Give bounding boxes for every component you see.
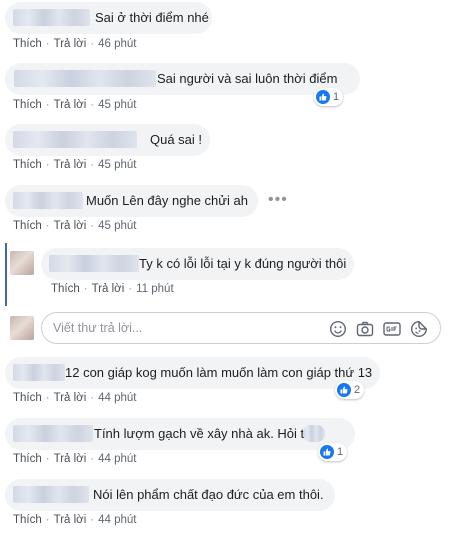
reply-link[interactable]: Trả lời <box>92 283 125 295</box>
comment-text: Muốn Lên đây nghe chửi ah <box>86 193 248 208</box>
reply-bubble: Ty k có lỗi lỗi tại y k đúng người thôi <box>41 248 354 280</box>
comment-bubble: Quá sai ! <box>5 124 210 156</box>
blurred-author-name <box>49 255 139 272</box>
like-link[interactable]: Thích <box>13 99 42 111</box>
blurred-author-name <box>13 9 90 26</box>
comment-actions: Thích · Trả lời · 45 phút <box>13 219 137 233</box>
reaction-number: 2 <box>354 384 361 396</box>
separator: · <box>45 392 50 404</box>
blurred-author-name <box>14 70 156 87</box>
separator: · <box>45 159 50 171</box>
reply-link[interactable]: Trả lời <box>54 514 87 526</box>
more-options-icon[interactable]: ••• <box>268 191 288 209</box>
comment-text: Tính lượm gạch về xây nhà ak. Hỏi thế <box>94 426 319 441</box>
separator: · <box>45 38 50 50</box>
timestamp[interactable]: 44 phút <box>98 453 136 465</box>
reply-link[interactable]: Trả lời <box>54 38 87 50</box>
reply-actions: Thích · Trả lời · 11 phút <box>51 282 174 296</box>
sticker-icon[interactable] <box>410 320 428 338</box>
emoji-icon[interactable] <box>329 320 347 338</box>
reply-link[interactable]: Trả lời <box>54 159 87 171</box>
like-link[interactable]: Thích <box>13 392 42 404</box>
separator: · <box>83 283 88 295</box>
blurred-word <box>303 425 325 442</box>
blurred-author-name <box>13 364 65 381</box>
comment-bubble: Nói lên phẩm chất đạo đức của em thôi. <box>5 479 335 511</box>
separator: · <box>90 159 95 171</box>
separator: · <box>45 220 50 232</box>
comment-actions: Thích · Trả lời · 46 phút <box>13 37 137 51</box>
comment-actions: Thích · Trả lời · 44 phút <box>13 513 137 527</box>
comment-bubble: Muốn Lên đây nghe chửi ah <box>5 185 258 217</box>
reply-input-placeholder: Viết thư trả lời... <box>53 321 143 335</box>
separator: · <box>90 99 95 111</box>
comment-text: Sai ở thời điểm nhé <box>95 10 209 25</box>
current-user-avatar <box>10 316 34 340</box>
reaction-count[interactable]: 1 <box>314 88 344 106</box>
blurred-author-name <box>13 425 93 442</box>
reply-link[interactable]: Trả lời <box>54 99 87 111</box>
reaction-number: 1 <box>337 446 344 458</box>
reaction-number: 1 <box>333 91 340 103</box>
comment-text: Sai người và sai luôn thời điểm <box>157 71 338 86</box>
comment-text: Quá sai ! <box>150 132 203 147</box>
timestamp[interactable]: 46 phút <box>98 38 136 50</box>
reaction-count[interactable]: 2 <box>335 381 365 399</box>
comment-actions: Thích · Trả lời · 44 phút <box>13 452 137 466</box>
like-link[interactable]: Thích <box>13 159 42 171</box>
reply-thread-indicator <box>5 243 7 306</box>
comment-actions: Thích · Trả lời · 44 phút <box>13 391 137 405</box>
timestamp[interactable]: 44 phút <box>98 392 136 404</box>
timestamp[interactable]: 11 phút <box>136 283 174 295</box>
like-reaction-icon <box>316 90 330 104</box>
separator: · <box>90 514 95 526</box>
blurred-author-name <box>13 486 89 503</box>
like-link[interactable]: Thích <box>13 453 42 465</box>
comment-bubble: Tính lượm gạch về xây nhà ak. Hỏi thế <box>5 418 355 450</box>
comment-bubble: Sai người và sai luôn thời điểm <box>5 63 360 95</box>
comment-actions: Thích · Trả lời · 45 phút <box>13 158 137 172</box>
comment-actions: Thích · Trả lời · 45 phút <box>13 98 137 112</box>
avatar[interactable] <box>10 251 34 275</box>
reply-link[interactable]: Trả lời <box>54 453 87 465</box>
reply-link[interactable]: Trả lời <box>54 220 87 232</box>
separator: · <box>90 220 95 232</box>
reply-link[interactable]: Trả lời <box>54 392 87 404</box>
reply-input[interactable]: Viết thư trả lời... <box>41 312 441 344</box>
timestamp[interactable]: 44 phút <box>98 514 136 526</box>
separator: · <box>90 453 95 465</box>
like-reaction-icon <box>337 383 351 397</box>
separator: · <box>45 99 50 111</box>
separator: · <box>90 392 95 404</box>
comment-text: 12 con giáp kog muốn làm muốn làm con gi… <box>65 365 373 380</box>
separator: · <box>45 453 50 465</box>
timestamp[interactable]: 45 phút <box>98 99 136 111</box>
blurred-author-name <box>13 131 137 148</box>
blurred-author-name <box>13 192 83 209</box>
separator: · <box>45 514 50 526</box>
timestamp[interactable]: 45 phút <box>98 159 136 171</box>
gif-icon[interactable] <box>383 320 401 338</box>
separator: · <box>128 283 133 295</box>
like-link[interactable]: Thích <box>13 220 42 232</box>
timestamp[interactable]: 45 phút <box>98 220 136 232</box>
separator: · <box>90 38 95 50</box>
comment-text: Nói lên phẩm chất đạo đức của em thôi. <box>93 487 324 502</box>
like-link[interactable]: Thích <box>13 514 42 526</box>
camera-icon[interactable] <box>356 320 374 338</box>
like-link[interactable]: Thích <box>51 283 80 295</box>
reply-text: Ty k có lỗi lỗi tại y k đúng người thôi <box>139 256 347 271</box>
like-link[interactable]: Thích <box>13 38 42 50</box>
comment-bubble: 12 con giáp kog muốn làm muốn làm con gi… <box>5 357 380 389</box>
comment-bubble: Sai ở thời điểm nhé <box>5 2 212 34</box>
reaction-count[interactable]: 1 <box>318 443 348 461</box>
like-reaction-icon <box>320 445 334 459</box>
